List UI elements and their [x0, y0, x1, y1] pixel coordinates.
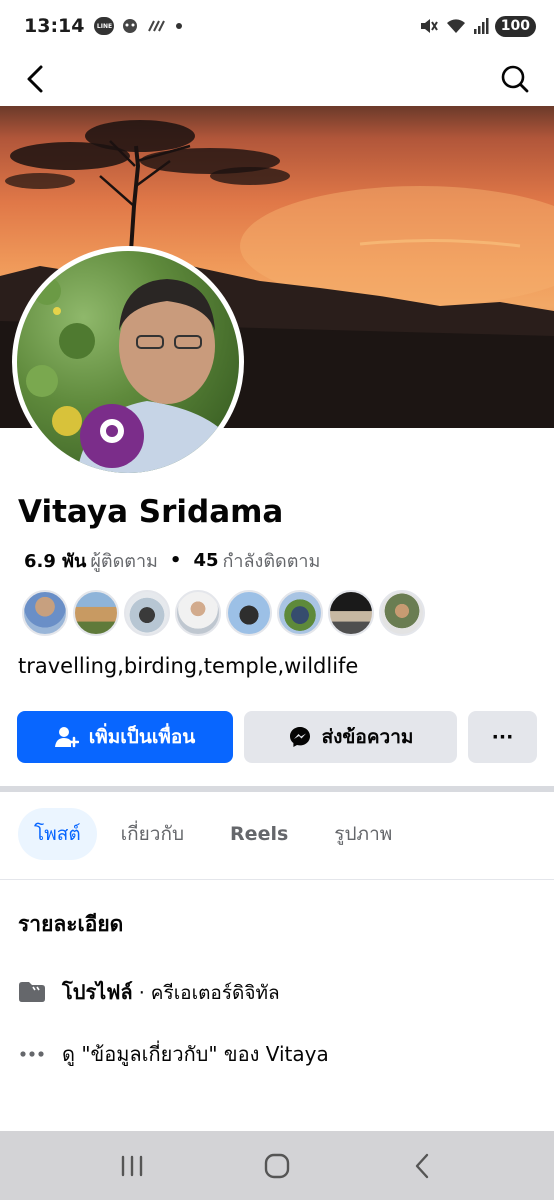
add-friend-icon [54, 727, 79, 748]
friend-avatar[interactable] [73, 590, 119, 636]
follow-stats[interactable]: 6.9 พัน ผู้ติดตาม • 45 กำลังติดตาม [24, 546, 320, 575]
back-arrow-icon [27, 65, 43, 93]
status-time: 13:14 [24, 15, 85, 37]
system-nav-bar [0, 1131, 554, 1200]
friend-avatar[interactable] [328, 590, 374, 636]
mute-icon [420, 19, 438, 33]
detail-profile-type: โปรไฟล์ · ครีเอเตอร์ดิจิทัล [18, 976, 280, 1008]
friend-avatar[interactable] [22, 590, 68, 636]
search-button[interactable] [498, 62, 532, 96]
tabs-divider [0, 879, 554, 880]
stripes-icon [148, 20, 166, 32]
home-icon [264, 1153, 290, 1178]
profile-name: Vitaya Sridama [18, 494, 284, 530]
search-icon [501, 65, 529, 93]
recents-button[interactable] [102, 1141, 162, 1191]
friend-avatar[interactable] [175, 590, 221, 636]
add-friend-label: เพิ่มเป็นเพื่อน [88, 726, 196, 748]
profile-avatar[interactable] [12, 246, 244, 478]
friend-avatar[interactable] [277, 590, 323, 636]
app-notification-icon [123, 19, 138, 33]
section-divider [0, 786, 554, 792]
following-label: กำลังติดตาม [222, 551, 321, 572]
following-count: 45 [193, 550, 219, 571]
tab-about[interactable]: เกี่ยวกับ [105, 808, 200, 860]
profile-type: · ครีเอเตอร์ดิจิทัล [132, 982, 280, 1004]
profile-label: โปรไฟล์ [62, 980, 133, 1004]
ellipsis-icon [18, 1050, 46, 1058]
signal-icon [473, 18, 489, 34]
followers-label: ผู้ติดตาม [90, 551, 158, 572]
wifi-icon [446, 19, 465, 33]
recents-icon [122, 1155, 143, 1176]
system-back-icon [415, 1153, 428, 1178]
message-label: ส่งข้อความ [321, 726, 414, 748]
tab-photos[interactable]: รูปภาพ [318, 808, 408, 860]
friend-avatar[interactable] [124, 590, 170, 636]
status-bar: 13:14 LINE 100 [0, 0, 554, 52]
friend-avatar[interactable] [379, 590, 425, 636]
folder-icon [18, 981, 46, 1003]
more-options-button[interactable]: ··· [468, 711, 537, 763]
profile-bio: travelling,birding,temple,wildlife [18, 654, 359, 678]
profile-tabs: โพสต์ เกี่ยวกับ Reels รูปภาพ [18, 808, 408, 860]
see-about-link[interactable]: ดู "ข้อมูลเกี่ยวกับ" ของ Vitaya [18, 1038, 329, 1070]
details-heading: รายละเอียด [18, 912, 124, 936]
friend-avatar[interactable] [226, 590, 272, 636]
top-nav-bar [0, 52, 554, 106]
stats-separator: • [169, 550, 182, 571]
see-about-text: ดู "ข้อมูลเกี่ยวกับ" ของ Vitaya [62, 1042, 329, 1066]
messenger-icon [289, 727, 310, 747]
tab-reels[interactable]: Reels [214, 808, 304, 860]
line-app-icon: LINE [94, 17, 115, 35]
notification-icons: LINE [94, 17, 183, 35]
profile-photo [17, 251, 239, 473]
status-right: 100 [419, 15, 536, 37]
back-button[interactable] [20, 62, 50, 96]
tab-posts[interactable]: โพสต์ [18, 808, 97, 860]
system-back-button[interactable] [392, 1141, 452, 1191]
followers-count: 6.9 พัน [24, 551, 87, 572]
more-notifications-dot [176, 23, 183, 29]
message-button[interactable]: ส่งข้อความ [244, 711, 457, 763]
add-friend-button[interactable]: เพิ่มเป็นเพื่อน [17, 711, 233, 763]
battery-indicator: 100 [494, 15, 536, 37]
friends-avatar-row[interactable] [22, 590, 425, 636]
more-options-icon: ··· [491, 726, 514, 748]
profile-photo-image [26, 277, 239, 473]
home-button[interactable] [247, 1141, 307, 1191]
